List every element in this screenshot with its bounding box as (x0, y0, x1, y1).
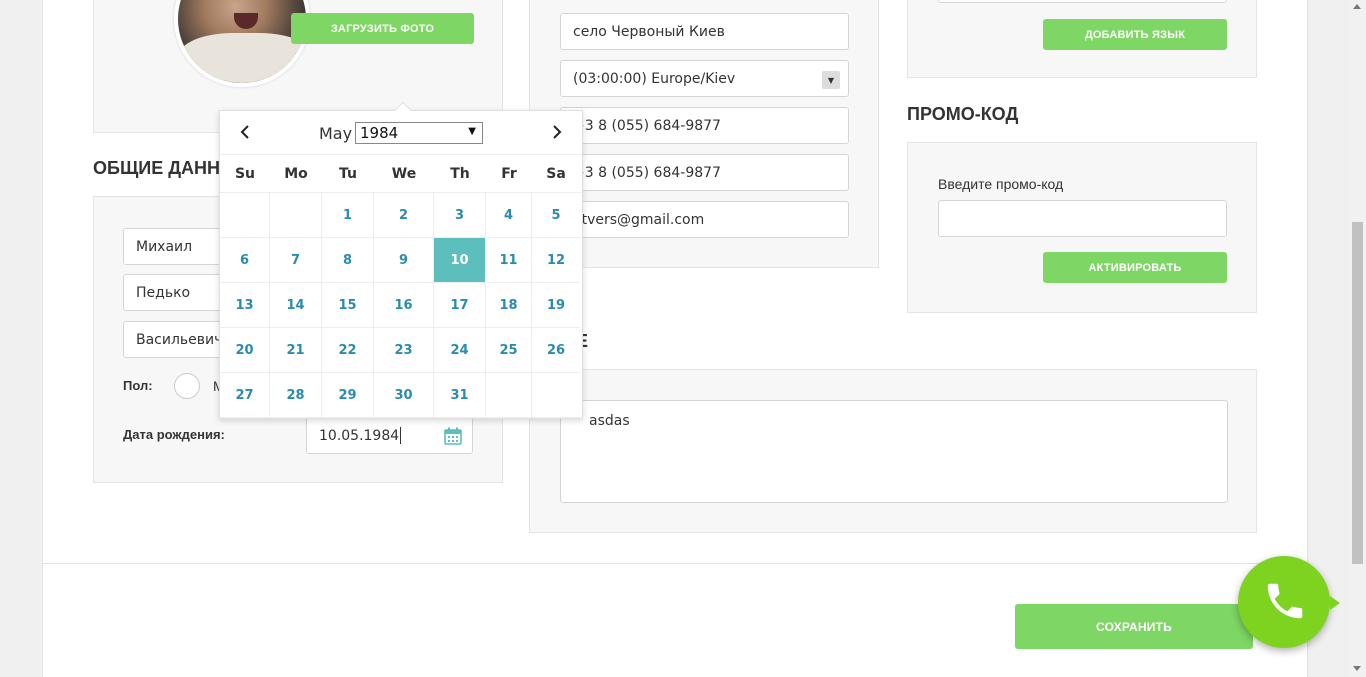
scroll-down-arrow[interactable] (1353, 666, 1361, 671)
gender-radio-male[interactable] (174, 373, 200, 399)
datepicker-week: 20 21 22 23 24 25 26 (220, 328, 582, 373)
day-cell[interactable]: 24 (434, 328, 486, 373)
birthdate-input[interactable]: 10.05.1984 (306, 417, 473, 454)
day-cell[interactable]: 25 (486, 328, 532, 373)
datepicker-header: May 1984 ▼ (220, 111, 582, 155)
day-cell[interactable]: 17 (434, 283, 486, 328)
city-field[interactable]: село Червоный Киев (560, 13, 849, 50)
weekday-header: Su (234, 165, 256, 182)
phone-field-1[interactable]: +3 8 (055) 684-9877 (560, 107, 849, 144)
languages-panel: ДОБАВИТЬ ЯЗЫК (907, 0, 1257, 78)
chevron-down-icon: ▼ (822, 71, 840, 89)
day-cell[interactable]: 23 (374, 328, 434, 373)
day-cell[interactable]: 11 (486, 238, 532, 283)
birthdate-label: Дата рождения: (123, 427, 225, 442)
about-panel: asdas (529, 369, 1257, 533)
weekday-header: Mo (284, 165, 308, 182)
save-button[interactable]: СОХРАНИТЬ (1015, 604, 1253, 649)
day-cell[interactable]: 28 (270, 373, 322, 418)
promo-field-label: Введите промо-код (938, 176, 1064, 192)
day-cell[interactable]: 16 (374, 283, 434, 328)
gender-label: Пол: (123, 378, 153, 393)
empty-day-cell (532, 373, 580, 418)
day-cell[interactable]: 1 (322, 193, 374, 238)
calendar-icon[interactable] (444, 427, 462, 445)
promo-input[interactable] (938, 200, 1227, 237)
chevron-down-icon: ▼ (468, 126, 476, 137)
day-cell[interactable]: 20 (220, 328, 270, 373)
day-cell[interactable]: 12 (532, 238, 580, 283)
day-cell[interactable]: 18 (486, 283, 532, 328)
day-cell[interactable]: 26 (532, 328, 580, 373)
datepicker-year-select[interactable]: 1984 ▼ (355, 122, 483, 144)
datepicker-week: 6 7 8 9 10 11 12 (220, 238, 582, 283)
empty-day-cell (270, 193, 322, 238)
datepicker-month: May (319, 124, 353, 143)
weekday-header: Fr (501, 165, 517, 182)
empty-day-cell (486, 373, 532, 418)
datepicker-year-value: 1984 (360, 124, 399, 142)
about-textarea[interactable]: asdas (560, 400, 1228, 503)
avatar (174, 0, 310, 87)
timezone-value: (03:00:00) Europe/Kiev (573, 70, 736, 87)
day-cell[interactable]: 13 (220, 283, 270, 328)
datepicker-week: 12345 (220, 193, 582, 238)
footer-divider (43, 563, 1309, 564)
day-cell[interactable]: 5 (532, 193, 580, 238)
day-cell[interactable]: 21 (270, 328, 322, 373)
add-language-button[interactable]: ДОБАВИТЬ ЯЗЫК (1043, 19, 1227, 50)
scroll-thumb[interactable] (1352, 222, 1363, 564)
day-cell[interactable]: 27 (220, 373, 270, 418)
day-cell[interactable]: 7 (270, 238, 322, 283)
datepicker-grid: Su Mo Tu We Th Fr Sa 1 2 3 4 5 6 7 8 9 10 11 12 13 14 15 16 17 1… (220, 155, 582, 418)
day-cell[interactable]: 31 (434, 373, 486, 418)
weekday-header: Sa (546, 165, 566, 182)
chevron-right-icon[interactable] (550, 121, 564, 149)
language-field[interactable] (938, 0, 1227, 3)
timezone-select[interactable]: (03:00:00) Europe/Kiev ▼ (560, 60, 849, 97)
scrollbar[interactable] (1349, 0, 1366, 677)
scroll-up-arrow[interactable] (1353, 4, 1361, 9)
day-cell[interactable]: 2 (374, 193, 434, 238)
call-button[interactable] (1238, 556, 1340, 648)
datepicker-week: 13 14 15 16 17 18 19 (220, 283, 582, 328)
weekday-header: Th (450, 165, 470, 182)
day-cell[interactable]: 14 (270, 283, 322, 328)
datepicker: May 1984 ▼ Su Mo Tu We Th Fr Sa 1 2 3 4 5 6 7 8 9 10 11 12… (219, 101, 583, 419)
phone-icon (1262, 578, 1308, 629)
promo-title: ПРОМО-КОД (907, 104, 1019, 124)
day-cell[interactable]: 4 (486, 193, 532, 238)
day-cell[interactable]: 8 (322, 238, 374, 283)
day-cell[interactable]: 10 (434, 238, 486, 283)
day-cell[interactable]: 22 (322, 328, 374, 373)
phone-field-2[interactable]: +3 8 (055) 684-9877 (560, 154, 849, 191)
day-cell[interactable]: 15 (322, 283, 374, 328)
empty-day-cell (220, 193, 270, 238)
day-cell[interactable]: 29 (322, 373, 374, 418)
weekday-header: Tu (339, 165, 357, 182)
upload-photo-button[interactable]: ЗАГРУЗИТЬ ФОТО (291, 13, 474, 44)
datepicker-week: 27 28 29 30 31 (220, 373, 582, 418)
chevron-left-icon[interactable] (238, 121, 252, 149)
day-cell[interactable]: 30 (374, 373, 434, 418)
birthdate-value: 10.05.1984 (319, 427, 400, 444)
day-cell[interactable]: 3 (434, 193, 486, 238)
activate-button[interactable]: АКТИВИРОВАТЬ (1043, 252, 1227, 283)
email-field[interactable]: atvers@gmail.com (560, 201, 849, 238)
day-cell[interactable]: 6 (220, 238, 270, 283)
day-cell[interactable]: 19 (532, 283, 580, 328)
day-cell[interactable]: 9 (374, 238, 434, 283)
promo-panel: Введите промо-код АКТИВИРОВАТЬ (907, 142, 1257, 313)
weekday-header: We (391, 165, 417, 182)
